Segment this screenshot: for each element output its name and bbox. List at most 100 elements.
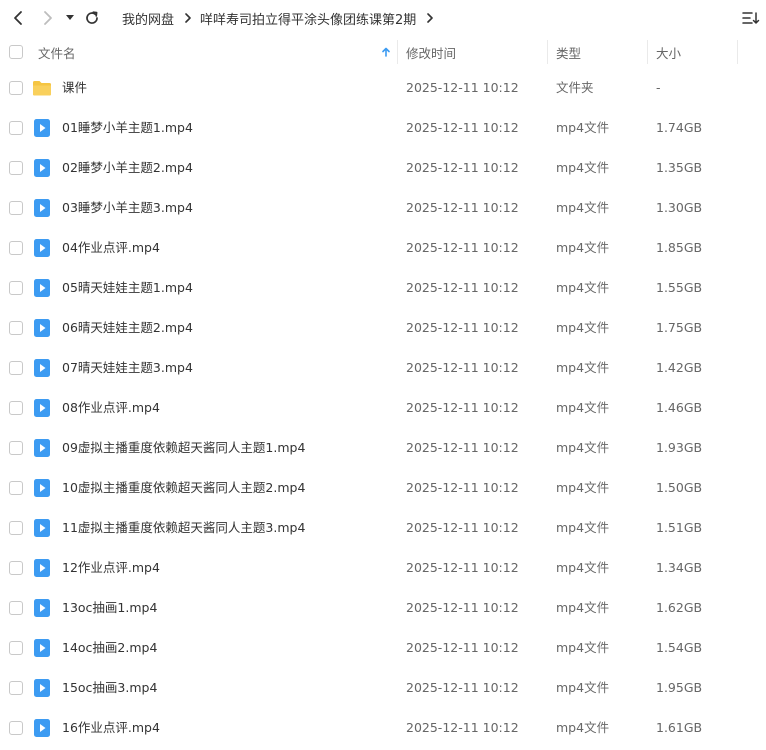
column-name[interactable]: 文件名	[38, 36, 398, 68]
file-type: mp4文件	[556, 400, 610, 415]
file-name: 01睡梦小羊主题1.mp4	[62, 120, 193, 135]
row-checkbox[interactable]	[9, 121, 23, 135]
breadcrumb-expand-button[interactable]	[426, 13, 434, 23]
file-size: 1.50GB	[656, 480, 703, 495]
row-checkbox[interactable]	[9, 481, 23, 495]
row-checkbox[interactable]	[9, 321, 23, 335]
row-checkbox[interactable]	[9, 161, 23, 175]
file-modified-time: 2025-12-11 10:12	[406, 200, 519, 215]
column-type[interactable]: 类型	[556, 36, 646, 68]
video-file-icon	[32, 118, 52, 138]
row-checkbox[interactable]	[9, 721, 23, 735]
file-row[interactable]: 07晴天娃娃主题3.mp4 2025-12-11 10:12 mp4文件 1.42GB	[0, 348, 766, 388]
file-row[interactable]: 03睡梦小羊主题3.mp4 2025-12-11 10:12 mp4文件 1.30GB	[0, 188, 766, 228]
forward-button[interactable]	[38, 8, 58, 28]
row-checkbox[interactable]	[9, 401, 23, 415]
file-modified-time: 2025-12-11 10:12	[406, 280, 519, 295]
file-size: 1.74GB	[656, 120, 703, 135]
file-size: 1.34GB	[656, 560, 703, 575]
column-size[interactable]: 大小	[656, 36, 736, 68]
file-row[interactable]: 16作业点评.mp4 2025-12-11 10:12 mp4文件 1.61GB	[0, 708, 766, 748]
column-header: 文件名 修改时间 类型 大小	[0, 36, 766, 68]
file-type: mp4文件	[556, 320, 610, 335]
video-file-icon	[32, 478, 52, 498]
file-type: mp4文件	[556, 280, 610, 295]
file-modified-time: 2025-12-11 10:12	[406, 600, 519, 615]
column-name-label: 文件名	[38, 45, 76, 61]
history-dropdown-button[interactable]	[62, 8, 78, 28]
file-row[interactable]: 06晴天娃娃主题2.mp4 2025-12-11 10:12 mp4文件 1.75GB	[0, 308, 766, 348]
row-checkbox[interactable]	[9, 641, 23, 655]
column-divider[interactable]	[397, 40, 398, 64]
chevron-right-icon	[427, 13, 434, 23]
file-row[interactable]: 10虚拟主播重度依赖超天酱同人主题2.mp4 2025-12-11 10:12 mp…	[0, 468, 766, 508]
file-name: 16作业点评.mp4	[62, 720, 160, 735]
column-divider[interactable]	[647, 40, 648, 64]
row-checkbox[interactable]	[9, 561, 23, 575]
video-file-icon	[32, 158, 52, 178]
file-row[interactable]: 01睡梦小羊主题1.mp4 2025-12-11 10:12 mp4文件 1.74GB	[0, 108, 766, 148]
file-type: mp4文件	[556, 200, 610, 215]
video-file-icon	[32, 438, 52, 458]
toolbar: 我的网盘 咩咩寿司拍立得平涂头像团练课第2期	[0, 0, 766, 36]
video-file-icon	[32, 678, 52, 698]
file-row[interactable]: 09虚拟主播重度依赖超天酱同人主题1.mp4 2025-12-11 10:12 mp…	[0, 428, 766, 468]
refresh-icon	[86, 11, 98, 24]
column-divider[interactable]	[547, 40, 548, 64]
row-checkbox[interactable]	[9, 281, 23, 295]
file-modified-time: 2025-12-11 10:12	[406, 360, 519, 375]
breadcrumb-root[interactable]: 我的网盘	[122, 9, 174, 28]
file-type: mp4文件	[556, 520, 610, 535]
row-checkbox[interactable]	[9, 441, 23, 455]
breadcrumb: 我的网盘 咩咩寿司拍立得平涂头像团练课第2期	[122, 0, 442, 36]
video-file-icon	[32, 598, 52, 618]
file-name: 11虚拟主播重度依赖超天酱同人主题3.mp4	[62, 520, 306, 535]
row-checkbox[interactable]	[9, 241, 23, 255]
file-type: mp4文件	[556, 240, 610, 255]
file-row[interactable]: 15oc抽画3.mp4 2025-12-11 10:12 mp4文件 1.95GB	[0, 668, 766, 708]
column-modified[interactable]: 修改时间	[406, 36, 546, 68]
sort-ascending-icon	[382, 36, 390, 68]
file-row[interactable]: 08作业点评.mp4 2025-12-11 10:12 mp4文件 1.46GB	[0, 388, 766, 428]
column-divider[interactable]	[737, 40, 738, 64]
file-name: 05晴天娃娃主题1.mp4	[62, 280, 193, 295]
row-checkbox[interactable]	[9, 601, 23, 615]
file-size: 1.93GB	[656, 440, 703, 455]
refresh-button[interactable]	[82, 8, 102, 28]
file-modified-time: 2025-12-11 10:12	[406, 120, 519, 135]
file-modified-time: 2025-12-11 10:12	[406, 560, 519, 575]
breadcrumb-current[interactable]: 咩咩寿司拍立得平涂头像团练课第2期	[200, 9, 416, 28]
sort-options-button[interactable]	[741, 9, 761, 27]
file-row[interactable]: 02睡梦小羊主题2.mp4 2025-12-11 10:12 mp4文件 1.35GB	[0, 148, 766, 188]
file-name: 09虚拟主播重度依赖超天酱同人主题1.mp4	[62, 440, 306, 455]
video-file-icon	[32, 278, 52, 298]
file-size: 1.54GB	[656, 640, 703, 655]
file-name: 10虚拟主播重度依赖超天酱同人主题2.mp4	[62, 480, 306, 495]
file-type: mp4文件	[556, 440, 610, 455]
column-type-label: 类型	[556, 45, 582, 61]
file-row[interactable]: 课件 2025-12-11 10:12 文件夹 -	[0, 68, 766, 108]
row-checkbox[interactable]	[9, 201, 23, 215]
file-modified-time: 2025-12-11 10:12	[406, 440, 519, 455]
file-size: 1.85GB	[656, 240, 703, 255]
back-button[interactable]	[8, 8, 28, 28]
row-checkbox[interactable]	[9, 81, 23, 95]
row-checkbox[interactable]	[9, 361, 23, 375]
file-type: mp4文件	[556, 560, 610, 575]
file-name: 04作业点评.mp4	[62, 240, 160, 255]
file-size: -	[656, 80, 661, 95]
file-row[interactable]: 05晴天娃娃主题1.mp4 2025-12-11 10:12 mp4文件 1.55GB	[0, 268, 766, 308]
video-file-icon	[32, 638, 52, 658]
file-row[interactable]: 11虚拟主播重度依赖超天酱同人主题3.mp4 2025-12-11 10:12 mp…	[0, 508, 766, 548]
video-file-icon	[32, 358, 52, 378]
file-name: 02睡梦小羊主题2.mp4	[62, 160, 193, 175]
row-checkbox[interactable]	[9, 521, 23, 535]
sort-list-icon	[742, 12, 760, 24]
file-row[interactable]: 04作业点评.mp4 2025-12-11 10:12 mp4文件 1.85GB	[0, 228, 766, 268]
row-checkbox[interactable]	[9, 681, 23, 695]
select-all-checkbox[interactable]	[9, 45, 23, 59]
file-row[interactable]: 14oc抽画2.mp4 2025-12-11 10:12 mp4文件 1.54GB	[0, 628, 766, 668]
file-row[interactable]: 13oc抽画1.mp4 2025-12-11 10:12 mp4文件 1.62GB	[0, 588, 766, 628]
file-modified-time: 2025-12-11 10:12	[406, 320, 519, 335]
file-row[interactable]: 12作业点评.mp4 2025-12-11 10:12 mp4文件 1.34GB	[0, 548, 766, 588]
